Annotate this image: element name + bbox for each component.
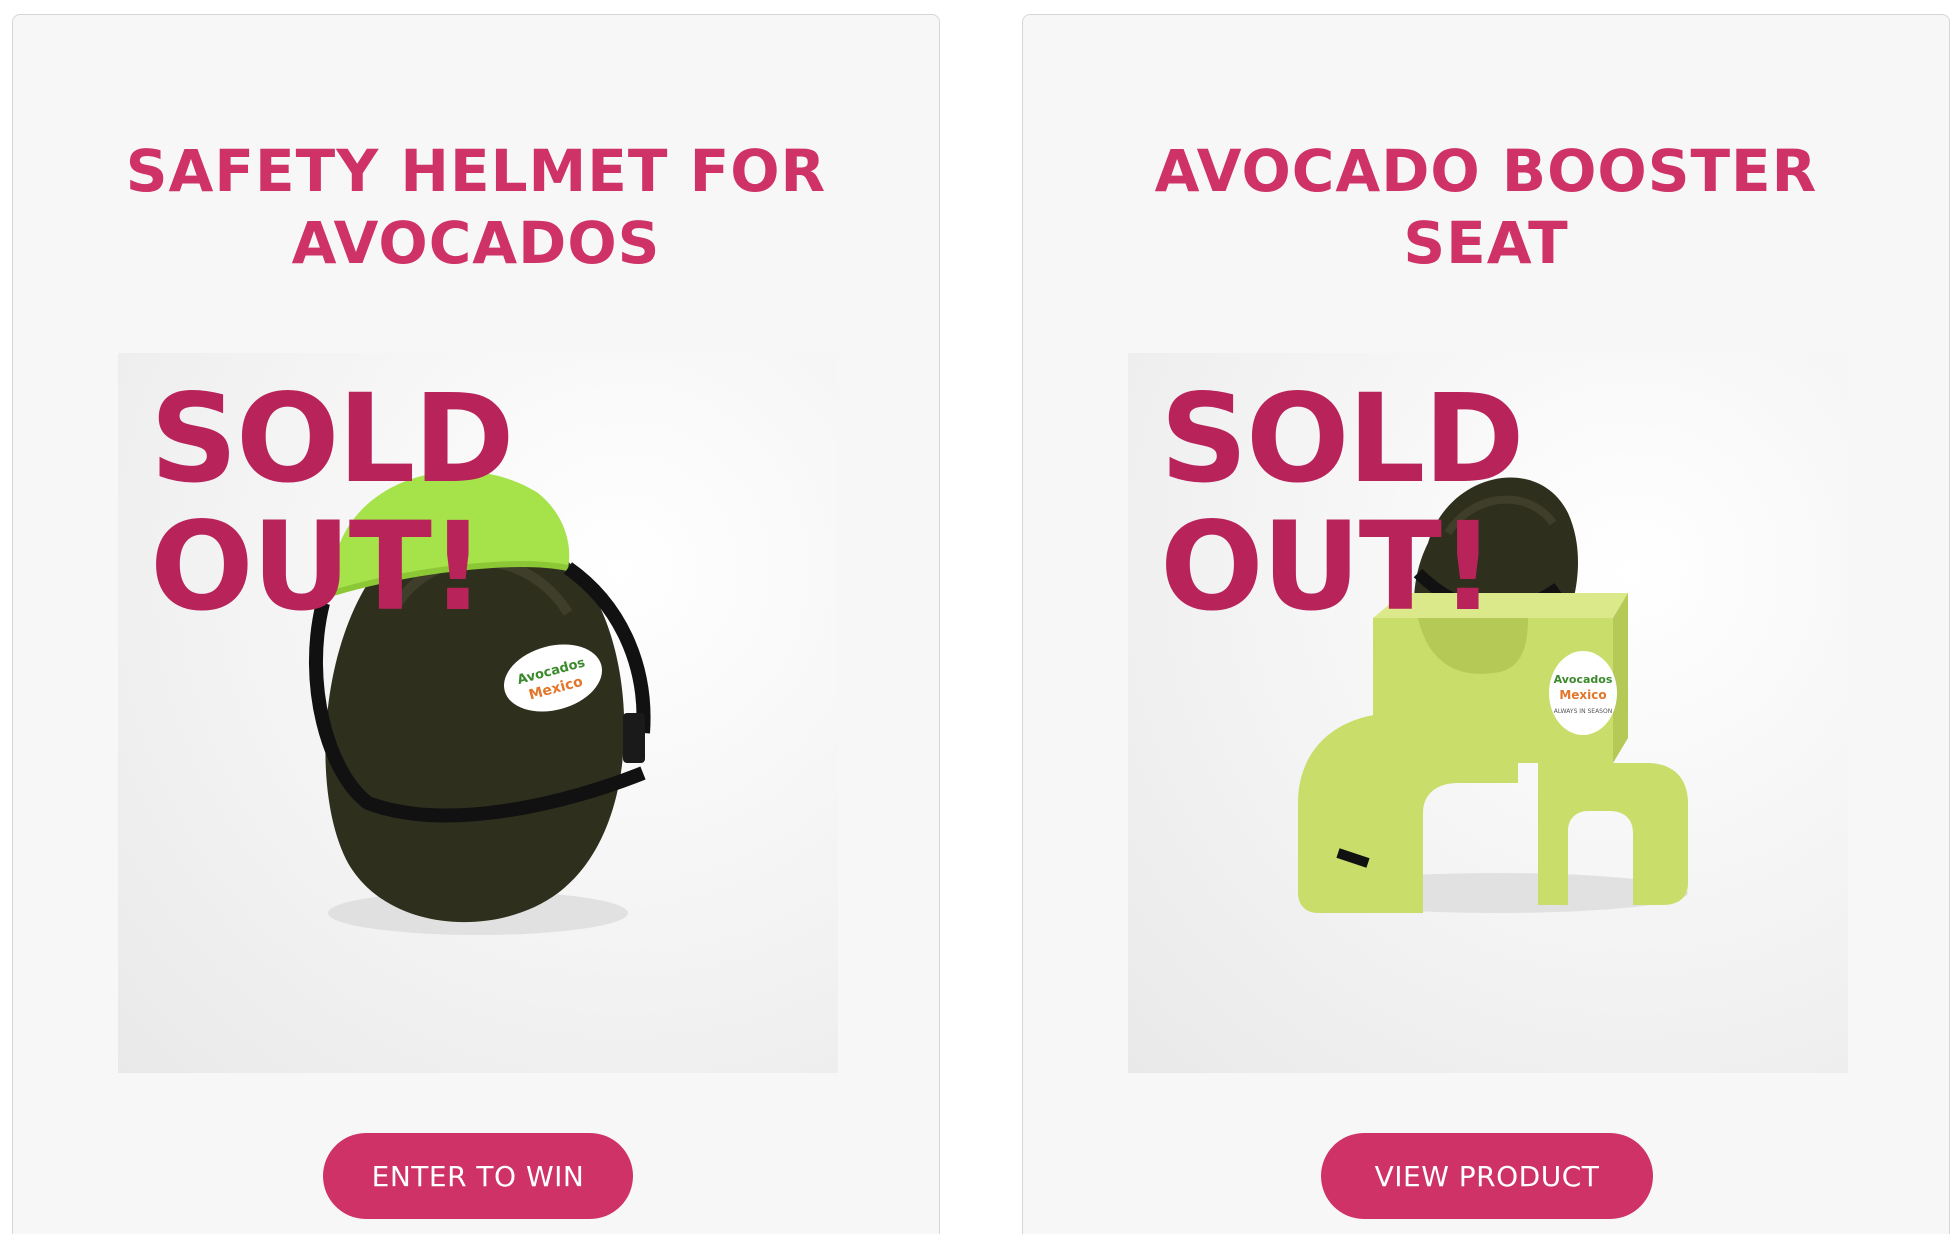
product-title: SAFETY HELMET FOR AVOCADOS <box>125 137 827 277</box>
sold-out-badge: SOLD OUT! <box>1160 368 1525 638</box>
product-image[interactable]: Avocados Mexico SOLD OUT! <box>118 353 838 1073</box>
view-product-button[interactable]: VIEW PRODUCT <box>1321 1133 1653 1219</box>
sticker-tagline: ALWAYS IN SEASON <box>1554 708 1612 715</box>
sticker-brand-top: Avocados <box>1554 673 1613 686</box>
product-title: AVOCADO BOOSTER SEAT <box>1154 137 1818 277</box>
product-card-booster-seat: AVOCADO BOOSTER SEAT Avocados Mexico ALW… <box>1022 14 1950 1234</box>
sticker-brand-bottom: Mexico <box>1559 688 1606 702</box>
product-image[interactable]: Avocados Mexico ALWAYS IN SEASON SOLD OU… <box>1128 353 1848 1073</box>
enter-to-win-button[interactable]: ENTER TO WIN <box>323 1133 633 1219</box>
sold-out-badge: SOLD OUT! <box>150 368 515 638</box>
product-grid: SAFETY HELMET FOR AVOCADOS Avocados Mexi… <box>0 0 1958 1234</box>
product-card-helmet: SAFETY HELMET FOR AVOCADOS Avocados Mexi… <box>12 14 940 1234</box>
